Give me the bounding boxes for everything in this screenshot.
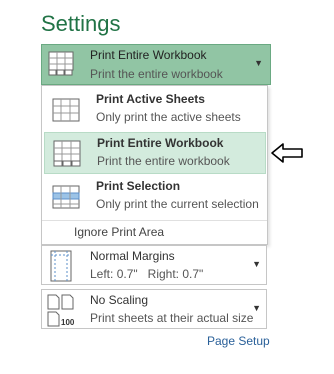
margins-values: Left: 0.7" Right: 0.7" (90, 267, 204, 281)
print-what-menu: Print Active Sheets Only print the activ… (41, 85, 268, 245)
menu-item-subtitle: Only print the active sheets (96, 110, 241, 124)
active-sheets-icon (52, 98, 80, 122)
scaling-icon: 100 (47, 294, 75, 327)
print-what-dropdown[interactable]: Print Entire Workbook Print the entire w… (41, 44, 271, 85)
chevron-down-icon: ▼ (252, 303, 261, 313)
svg-text:100: 100 (61, 318, 75, 327)
menu-item-subtitle: Print the entire workbook (97, 154, 230, 168)
chevron-down-icon: ▼ (254, 58, 263, 68)
ignore-print-area-option[interactable]: Ignore Print Area (74, 225, 164, 239)
menu-item-print-selection[interactable]: Print Selection Only print the current s… (44, 176, 266, 218)
left-arrow-icon (271, 143, 303, 163)
page-setup-link[interactable]: Page Setup (207, 334, 270, 348)
settings-title: Settings (41, 11, 121, 36)
menu-item-title: Print Active Sheets (96, 92, 205, 106)
menu-item-print-entire-workbook[interactable]: Print Entire Workbook Print the entire w… (44, 132, 266, 174)
dropdown-title: Print Entire Workbook (90, 48, 207, 62)
margins-title: Normal Margins (90, 249, 175, 263)
margins-icon (50, 250, 72, 282)
margins-dropdown[interactable]: Normal Margins Left: 0.7" Right: 0.7" ▼ (41, 245, 267, 285)
menu-item-subtitle: Only print the current selection (96, 197, 259, 211)
entire-workbook-icon (48, 51, 74, 76)
menu-divider (42, 220, 267, 221)
menu-item-title: Print Entire Workbook (97, 136, 224, 150)
scaling-subtitle: Print sheets at their actual size (90, 311, 254, 325)
chevron-down-icon: ▼ (252, 259, 261, 269)
selection-icon (52, 185, 80, 209)
entire-workbook-icon (53, 140, 81, 167)
scaling-title: No Scaling (90, 293, 149, 307)
dropdown-subtitle: Print the entire workbook (90, 67, 223, 81)
scaling-dropdown[interactable]: 100 No Scaling Print sheets at their act… (41, 289, 267, 329)
menu-item-title: Print Selection (96, 179, 181, 193)
menu-item-print-active-sheets[interactable]: Print Active Sheets Only print the activ… (44, 89, 266, 131)
